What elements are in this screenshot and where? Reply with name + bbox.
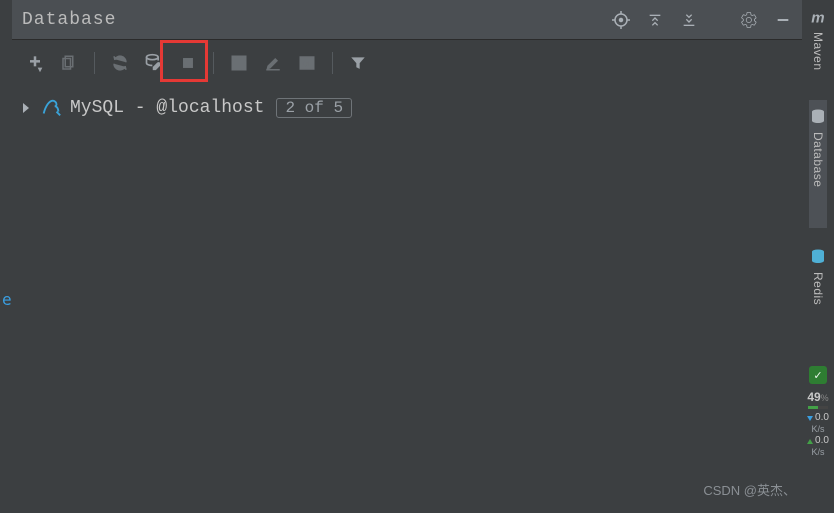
expand-all-icon[interactable] (646, 11, 664, 29)
download-unit: K/s (811, 424, 824, 434)
panel-title: Database (22, 10, 612, 30)
cpu-usage-value: 49 (807, 390, 820, 404)
collapse-all-icon[interactable] (680, 11, 698, 29)
settings-gear-icon[interactable] (740, 11, 758, 29)
datasource-label: MySQL - @localhost (70, 98, 264, 118)
table-view-icon[interactable] (226, 50, 252, 76)
svg-text:m: m (811, 9, 824, 26)
table-row[interactable]: MySQL - @localhost 2 of 5 (20, 94, 794, 122)
chevron-right-icon[interactable] (20, 102, 32, 114)
usage-bar (808, 406, 828, 409)
left-gutter: e (0, 0, 12, 513)
database-toolbar: QL (12, 40, 802, 86)
datasource-tree: MySQL - @localhost 2 of 5 (12, 86, 802, 513)
network-status-panel: 49% 0.0 K/s 0.0 K/s (802, 364, 834, 461)
upload-arrow-icon (807, 439, 813, 444)
schema-count-badge: 2 of 5 (276, 98, 352, 118)
sidebar-item-redis[interactable]: Redis (809, 240, 827, 326)
left-e-char: e (2, 290, 12, 309)
database-icon (809, 108, 827, 126)
edit-icon[interactable] (260, 50, 286, 76)
filter-icon[interactable] (345, 50, 371, 76)
upload-rate: 0.0 (815, 436, 829, 446)
data-source-properties-button[interactable] (141, 50, 167, 76)
svg-text:QL: QL (302, 61, 311, 68)
new-datasource-button[interactable] (22, 50, 48, 76)
sidebar-item-maven[interactable]: m Maven (809, 0, 827, 100)
watermark-text: CSDN @英杰、 (703, 480, 796, 499)
database-panel-header: Database (12, 0, 802, 40)
query-console-icon[interactable]: QL (294, 50, 320, 76)
download-rate: 0.0 (815, 413, 829, 423)
minimize-panel-icon[interactable] (774, 11, 792, 29)
sidebar-item-label: Database (811, 132, 825, 187)
sidebar-item-label: Maven (811, 32, 825, 71)
locate-target-icon[interactable] (612, 11, 630, 29)
redis-icon (809, 248, 827, 266)
mysql-datasource-icon (40, 97, 62, 119)
upload-unit: K/s (811, 447, 824, 457)
sidebar-item-database[interactable]: Database (809, 100, 827, 228)
stop-button[interactable] (175, 50, 201, 76)
download-arrow-icon (807, 416, 813, 421)
refresh-button[interactable] (107, 50, 133, 76)
protection-badge (809, 366, 827, 384)
sidebar-item-label: Redis (811, 272, 825, 305)
maven-icon: m (809, 8, 827, 26)
copy-ddl-button[interactable] (56, 50, 82, 76)
